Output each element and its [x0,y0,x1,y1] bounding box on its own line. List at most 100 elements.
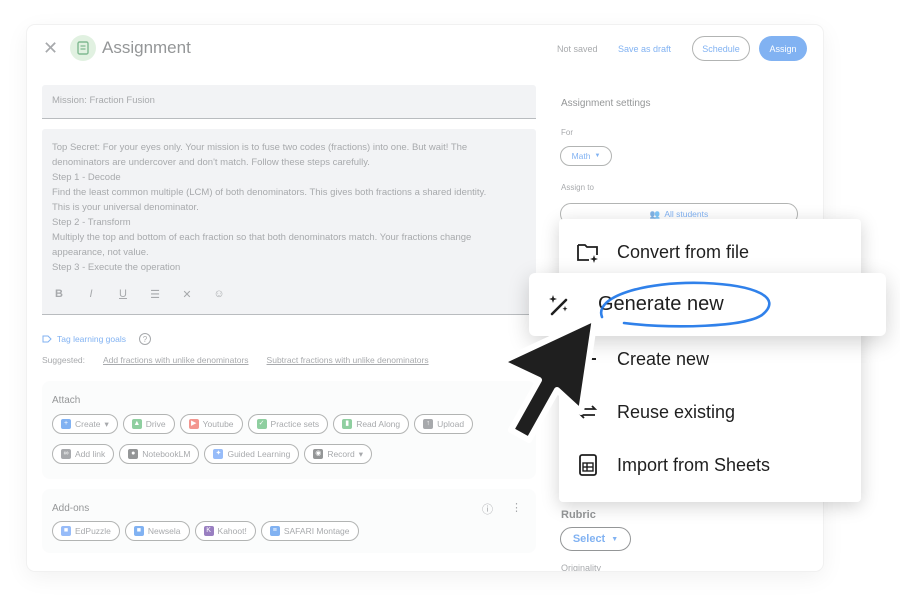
safari-montage-icon: ≡ [269,526,280,536]
record-icon: ◉ [313,449,324,459]
menu-item-convert-from-file[interactable]: Convert from file [559,227,861,277]
page-title: Assignment [102,38,191,57]
newsela-icon: ■ [133,526,144,536]
instructions-line: denominators are undercover and don't ma… [52,157,370,168]
instructions-line: Multiply the top and bottom of each frac… [52,232,472,243]
create-icon: + [61,419,71,429]
chip-label: Record [327,449,355,459]
chip-record[interactable]: ◉ Record ▾ [304,444,372,464]
menu-item-label: Generate new [598,293,724,315]
chip-label: Kahoot! [217,526,247,536]
attach-section: Attach + Create ▾ ▲ Drive ▶ Youtube ✓ Practice s… [42,381,536,479]
chip-safari-montage[interactable]: ≡ SAFARI Montage [260,521,359,541]
emoji-icon[interactable]: ☺ [212,288,226,301]
rubric-menu: Convert from file Create new Reuse exist… [559,219,861,502]
bulleted-list-icon[interactable]: ☰ [148,288,162,301]
chip-create[interactable]: + Create ▾ [52,414,118,434]
menu-item-generate-new[interactable]: Generate new [529,273,886,336]
folder-sparkle-icon [575,239,601,265]
menu-item-import-from-sheets[interactable]: Import from Sheets [559,440,861,490]
chip-label: Practice sets [270,419,320,429]
instructions-line: This is your universal denominator. [52,202,199,213]
chip-kahoot[interactable]: K Kahoot! [194,521,256,541]
close-icon[interactable]: ✕ [43,39,59,57]
addons-actions: ⓘ ⋮ [482,501,522,517]
rubric-select-label: Select [572,533,606,545]
more-vert-icon[interactable]: ⋮ [511,501,522,517]
chip-practice-sets[interactable]: ✓ Practice sets [247,414,329,434]
assignment-icon [70,35,96,61]
for-label: For [561,128,573,137]
chip-notebooklm[interactable]: ● NotebookLM [119,444,200,464]
italic-icon[interactable]: I [84,288,98,301]
menu-item-label: Import from Sheets [617,454,771,475]
instructions-line: Step 2 - Transform [52,217,131,228]
plus-icon [575,346,601,372]
students-value: All students [664,209,709,219]
attach-row-1: + Create ▾ ▲ Drive ▶ Youtube ✓ Practice sets ▮ Rea… [52,414,474,434]
save-status: Not saved [557,44,598,54]
practice-sets-icon: ✓ [256,419,267,429]
add-link-icon: ∞ [61,449,71,459]
chip-label: EdPuzzle [75,526,111,536]
sheets-icon [575,452,601,478]
addons-label: Add-ons [52,503,90,514]
chip-label: Youtube [202,419,234,429]
drive-icon: ▲ [131,419,142,429]
attach-row-2: ∞ Add link ● NotebookLM ✦ Guided Learning ◉ Rec… [52,444,372,464]
edpuzzle-icon: ■ [61,526,71,536]
suggested-goal-add[interactable]: Add fractions with unlike denominators [103,355,249,365]
save-draft-link[interactable]: Save as draft [618,44,671,54]
subject-value: Math [571,151,591,161]
underline-icon[interactable]: U [116,288,130,301]
chip-newsela[interactable]: ■ Newsela [124,521,190,541]
subject-select[interactable]: Math ▼ [560,146,612,166]
chip-label: Newsela [147,526,181,536]
chip-label: Add link [75,449,106,459]
tag-icon [42,335,52,343]
chip-read-along[interactable]: ▮ Read Along [333,414,410,434]
chevron-down-icon: ▾ [358,448,363,459]
instructions-line: Step 3 - Execute the operation [52,262,181,273]
addons-row: ■ EdPuzzle ■ Newsela K Kahoot! ≡ SAFARI Montage [52,521,359,541]
suggested-goal-subtract[interactable]: Subtract fractions with unlike denominat… [267,355,429,365]
chevron-down-icon: ▼ [594,153,601,159]
addons-section: Add-ons ⓘ ⋮ ■ EdPuzzle ■ Newsela K Kahoot! ≡ SA… [42,489,536,553]
chip-label: NotebookLM [142,449,191,459]
chip-drive[interactable]: ▲ Drive [122,414,175,434]
instructions-line: appearance, not value. [52,247,149,258]
chevron-down-icon: ▾ [104,418,109,429]
menu-item-label: Convert from file [617,241,750,262]
chip-add-link[interactable]: ∞ Add link [52,444,115,464]
tag-learning-goals-label[interactable]: Tag learning goals [57,334,126,344]
instructions-line: Step 1 - Decode [52,172,121,183]
originality-label: Originality [561,563,602,571]
chip-guided-learning[interactable]: ✦ Guided Learning [204,444,300,464]
chip-label: Upload [437,419,465,429]
title-input[interactable]: Mission: Fraction Fusion [42,85,536,119]
chip-label: SAFARI Montage [283,526,350,536]
magic-wand-icon [545,291,575,321]
kahoot-icon: K [203,526,214,536]
clear-format-icon[interactable]: ✕ [180,288,194,301]
assign-button[interactable]: Assign [759,36,807,61]
schedule-button[interactable]: Schedule [692,36,750,61]
youtube-icon: ▶ [188,419,199,429]
rubric-select-button[interactable]: Select ▼ [560,527,631,551]
chip-label: Create [75,419,101,429]
chip-edpuzzle[interactable]: ■ EdPuzzle [52,521,120,541]
repeat-icon [575,399,601,425]
help-icon[interactable]: ? [139,333,151,345]
tag-learning-goals[interactable]: Tag learning goals ? [42,333,151,345]
read-along-icon: ▮ [342,419,353,429]
menu-item-reuse-existing[interactable]: Reuse existing [559,387,861,437]
chip-upload[interactable]: ↑ Upload [414,414,474,434]
info-icon[interactable]: ⓘ [482,501,493,517]
chip-youtube[interactable]: ▶ Youtube [179,414,243,434]
attach-label: Attach [52,395,81,406]
upload-icon: ↑ [423,419,434,429]
chevron-down-icon: ▼ [611,535,619,543]
menu-item-create-new[interactable]: Create new [559,334,861,384]
bold-icon[interactable]: B [52,288,66,301]
instructions-line: Find the least common multiple (LCM) of … [52,187,487,198]
